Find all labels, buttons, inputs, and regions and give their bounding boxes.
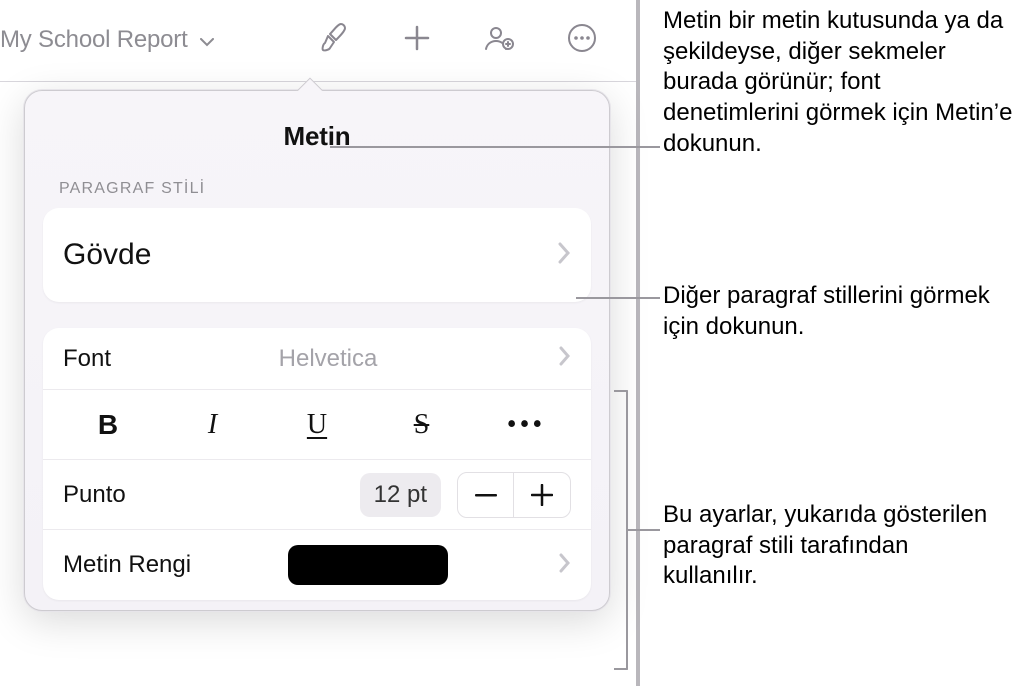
toolbar-icons xyxy=(318,21,626,60)
decrease-size-button[interactable] xyxy=(458,473,514,517)
callout-paragraph-styles: Diğer paragraf stillerini görmek için do… xyxy=(663,281,993,342)
more-styles-button[interactable]: ••• xyxy=(491,409,561,441)
text-color-label: Metin Rengi xyxy=(63,551,191,579)
text-color-swatch[interactable] xyxy=(288,545,448,585)
callout-line xyxy=(576,293,660,303)
callout-line xyxy=(330,142,660,152)
underline-button[interactable]: U xyxy=(282,409,352,441)
chevron-down-icon xyxy=(200,27,214,55)
format-brush-icon[interactable] xyxy=(318,21,352,60)
collaborate-icon[interactable] xyxy=(482,21,516,60)
increase-size-button[interactable] xyxy=(514,473,570,517)
app-toolbar: My School Report xyxy=(0,0,636,82)
format-popover: Metin PARAGRAF STİLİ Gövde Font Helvetic… xyxy=(24,90,610,611)
document-title[interactable]: My School Report xyxy=(0,26,222,55)
device-frame: My School Report Metin PARAGRAF STİLİ xyxy=(0,0,640,686)
paragraph-style-heading: PARAGRAF STİLİ xyxy=(25,180,609,208)
popover-arrow xyxy=(295,77,323,91)
popover-tabs: Metin xyxy=(25,91,609,180)
strikethrough-button[interactable]: S xyxy=(387,409,457,441)
font-value: Helvetica xyxy=(279,345,378,373)
callout-paragraph-settings: Bu ayarlar, yukarıda gösterilen paragraf… xyxy=(663,500,993,592)
chevron-right-icon xyxy=(559,553,571,578)
text-style-row: B I U S ••• xyxy=(43,390,591,460)
font-row[interactable]: Font Helvetica xyxy=(43,328,591,390)
paragraph-style-card: Gövde xyxy=(43,208,591,302)
italic-button[interactable]: I xyxy=(178,409,248,441)
paragraph-style-value: Gövde xyxy=(63,238,151,272)
callout-line xyxy=(628,527,660,533)
font-size-row: Punto 12 pt xyxy=(43,460,591,530)
font-settings-card: Font Helvetica B I U S ••• Punto 12 pt xyxy=(43,328,591,600)
document-title-text: My School Report xyxy=(0,26,188,53)
chevron-right-icon xyxy=(557,241,571,270)
callout-bracket xyxy=(614,390,628,670)
chevron-right-icon xyxy=(559,346,571,371)
callout-text-tab: Metin bir metin kutusunda ya da şekildey… xyxy=(663,6,1019,160)
more-icon[interactable] xyxy=(566,22,598,59)
paragraph-style-row[interactable]: Gövde xyxy=(43,208,591,302)
font-label: Font xyxy=(63,345,111,373)
plus-icon[interactable] xyxy=(402,23,432,58)
bold-button[interactable]: B xyxy=(73,409,143,441)
text-color-row[interactable]: Metin Rengi xyxy=(43,530,591,600)
font-size-stepper xyxy=(457,472,571,518)
font-size-label: Punto xyxy=(63,481,126,509)
font-size-value[interactable]: 12 pt xyxy=(360,473,441,517)
